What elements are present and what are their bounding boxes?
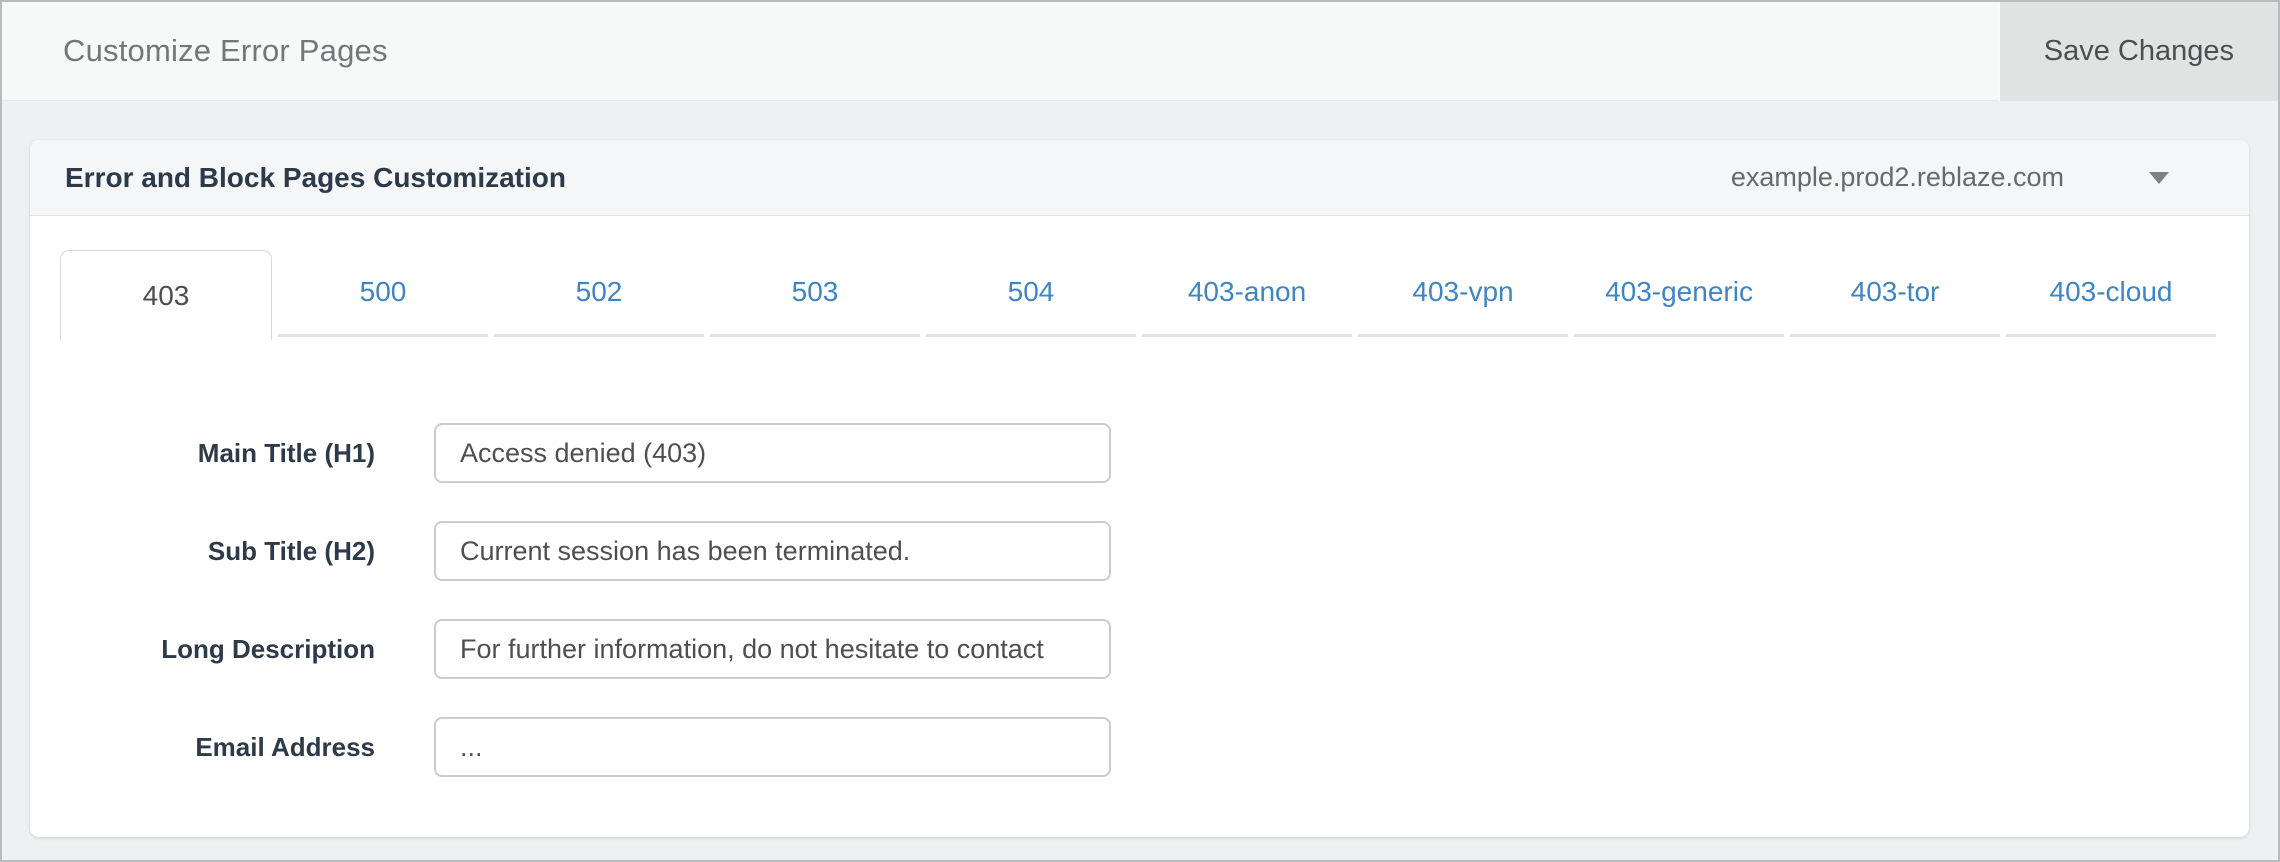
site-domain-value: example.prod2.reblaze.com (1731, 162, 2064, 193)
sub-title-h2-label: Sub Title (H2) (30, 536, 375, 567)
save-changes-button[interactable]: Save Changes (1998, 2, 2278, 101)
form-row-main-title-h1: Main Title (H1) (30, 423, 2249, 483)
main-title-h1-input[interactable] (434, 423, 1111, 483)
panel-header: Error and Block Pages Customization exam… (30, 140, 2249, 216)
tab-503[interactable]: 503 (710, 250, 920, 337)
form-row-sub-title-h2: Sub Title (H2) (30, 521, 2249, 581)
long-description-input[interactable] (434, 619, 1111, 679)
error-pages-panel: Error and Block Pages Customization exam… (30, 140, 2249, 837)
tab-403-cloud[interactable]: 403-cloud (2006, 250, 2216, 337)
tab-403-anon[interactable]: 403-anon (1142, 250, 1352, 337)
form-row-long-description: Long Description (30, 619, 2249, 679)
tab-403-generic[interactable]: 403-generic (1574, 250, 1784, 337)
top-header: Customize Error Pages Save Changes (2, 2, 2278, 101)
error-page-tabs: 403500502503504403-anon403-vpn403-generi… (60, 250, 2216, 340)
panel-title: Error and Block Pages Customization (65, 162, 566, 194)
chevron-down-icon (2149, 172, 2169, 184)
email-address-label: Email Address (30, 732, 375, 763)
long-description-label: Long Description (30, 634, 375, 665)
page-title: Customize Error Pages (63, 33, 388, 69)
error-page-form: Main Title (H1) Sub Title (H2) Long Descri… (30, 340, 2249, 777)
tab-502[interactable]: 502 (494, 250, 704, 337)
main-title-h1-label: Main Title (H1) (30, 438, 375, 469)
email-address-input[interactable] (434, 717, 1111, 777)
tab-500[interactable]: 500 (278, 250, 488, 337)
site-domain-dropdown[interactable]: example.prod2.reblaze.com (1731, 162, 2249, 193)
tab-403[interactable]: 403 (60, 250, 272, 340)
tab-403-tor[interactable]: 403-tor (1790, 250, 2000, 337)
tab-403-vpn[interactable]: 403-vpn (1358, 250, 1568, 337)
tab-504[interactable]: 504 (926, 250, 1136, 337)
sub-title-h2-input[interactable] (434, 521, 1111, 581)
form-fields: Main Title (H1) Sub Title (H2) Long Descri… (30, 423, 2249, 777)
form-row-email-address: Email Address (30, 717, 2249, 777)
page: Customize Error Pages Save Changes Error… (0, 0, 2280, 862)
